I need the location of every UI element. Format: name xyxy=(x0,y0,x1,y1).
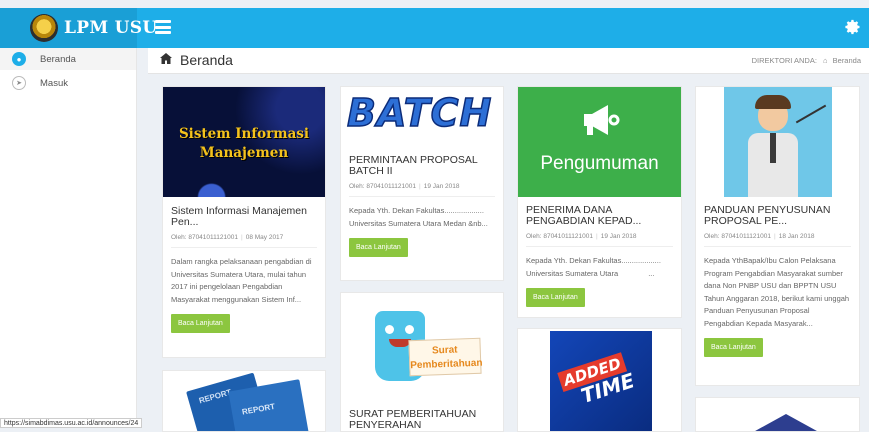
card-excerpt: Kepada YthBapak/Ibu Calon Pelaksana Prog… xyxy=(704,256,850,328)
sidebar: ● Beranda ➤ Masuk xyxy=(0,48,137,427)
megaphone-icon xyxy=(582,104,620,141)
card-divider xyxy=(526,246,673,247)
read-more-button[interactable]: Baca Lanjutan xyxy=(171,314,230,333)
thumbnail-text: Sistem Informasi xyxy=(178,126,310,142)
card-author: Oleh: 87041011121001 xyxy=(526,233,593,240)
card-title[interactable]: SURAT PEMBERITAHUAN PENYERAHAN xyxy=(349,409,495,431)
card-date: 18 Jan 2018 xyxy=(778,233,815,240)
thumbnail-text: Manajemen xyxy=(199,145,289,161)
announcement-card: PANDUAN PENYUSUNAN PROPOSAL PE... Oleh: … xyxy=(695,86,860,386)
home-icon xyxy=(160,53,172,67)
card-thumbnail[interactable]: ADDED TIME xyxy=(518,329,681,431)
read-more-button[interactable]: Baca Lanjutan xyxy=(526,288,585,307)
brand-logo-link[interactable]: LPM USU xyxy=(0,8,157,48)
card-title[interactable]: PENERIMA DANA PENGABDIAN KEPAD... xyxy=(526,205,673,227)
brand-name: LPM USU xyxy=(64,18,158,38)
card-title[interactable]: PERMINTAAN PROPOSAL BATCH II xyxy=(349,155,495,177)
card-excerpt: Dalam rangka pelaksanaan pengabdian di U… xyxy=(171,257,312,304)
page-title: Beranda xyxy=(160,52,233,68)
card-thumbnail[interactable] xyxy=(696,87,859,197)
breadcrumb-prefix: DIREKTORI ANDA: xyxy=(751,56,817,65)
menu-icon[interactable] xyxy=(155,20,171,34)
card-meta: Oleh: 87041011121001 | 08 May 2017 xyxy=(171,234,284,241)
announcement-card: REPORT REPORT xyxy=(162,370,326,432)
card-author: Oleh: 87041011121001 xyxy=(171,234,238,241)
thumbnail-text: REPORT xyxy=(197,387,233,406)
announcement-card: Sistem Informasi Manajemen Sistem Inform… xyxy=(162,86,326,358)
card-divider xyxy=(349,196,495,197)
card-excerpt: Kepada Yth. Dekan Fakultas..............… xyxy=(349,206,488,228)
page-title-text: Beranda xyxy=(180,52,233,68)
sidebar-item-beranda[interactable]: ● Beranda xyxy=(0,48,136,70)
sidebar-item-masuk[interactable]: ➤ Masuk xyxy=(0,72,136,94)
thumbnail-text: REPORT xyxy=(241,401,276,417)
announcement-card: BATCH 2 PERMINTAAN PROPOSAL BATCH II Ole… xyxy=(340,86,504,281)
card-thumbnail[interactable]: REPORT REPORT xyxy=(163,371,325,431)
breadcrumb: DIREKTORI ANDA: ⌂ Beranda xyxy=(752,56,861,65)
gear-icon[interactable] xyxy=(845,19,861,35)
card-meta: Oleh: 87041011121001 | 19 Jan 2018 xyxy=(349,183,460,190)
thumbnail-text: BATCH 2 xyxy=(346,90,503,136)
read-more-button[interactable]: Baca Lanjutan xyxy=(704,338,763,357)
card-author: Oleh: 87041011121001 xyxy=(704,233,771,240)
card-divider xyxy=(171,247,317,248)
presenter-illustration xyxy=(724,87,832,197)
thumbnail-text: Pengumuman xyxy=(540,153,659,174)
card-title[interactable]: Sistem Informasi Manajemen Pen... xyxy=(171,206,317,228)
card-thumbnail[interactable]: BATCH 2 xyxy=(341,87,503,149)
card-date: 08 May 2017 xyxy=(245,234,284,241)
card-meta: Oleh: 87041011121001 | 19 Jan 2018 xyxy=(526,233,637,240)
card-thumbnail[interactable]: Pengumuman xyxy=(518,87,681,197)
card-divider xyxy=(704,246,851,247)
card-date: 19 Jan 2018 xyxy=(600,233,637,240)
card-author: Oleh: 87041011121001 xyxy=(349,183,416,190)
thumbnail-text: Pemberitahuan xyxy=(410,357,483,372)
read-more-button[interactable]: Baca Lanjutan xyxy=(349,238,408,257)
card-meta: Oleh: 87041011121001 | 18 Jan 2018 xyxy=(704,233,815,240)
card-thumbnail[interactable]: Surat Pemberitahuan xyxy=(341,293,503,403)
announcement-card: Pengumuman PENERIMA DANA PENGABDIAN KEPA… xyxy=(517,86,682,318)
home-icon: ⌂ xyxy=(823,56,828,65)
card-title[interactable]: PANDUAN PENYUSUNAN PROPOSAL PE... xyxy=(704,205,851,227)
home-icon: ● xyxy=(12,52,26,66)
card-thumbnail[interactable]: Sistem Informasi Manajemen xyxy=(163,87,325,197)
content-header: Beranda DIREKTORI ANDA: ⌂ Beranda xyxy=(148,48,869,74)
announcement-card: ADDED TIME xyxy=(517,328,682,432)
breadcrumb-current[interactable]: Beranda xyxy=(833,56,861,65)
card-excerpt: Kepada Yth. Dekan Fakultas..............… xyxy=(526,256,661,278)
usu-seal-logo xyxy=(30,14,58,42)
sidebar-item-label: Masuk xyxy=(40,77,68,89)
sidebar-item-label: Beranda xyxy=(40,53,76,65)
top-navbar: LPM USU xyxy=(0,8,869,48)
card-date: 19 Jan 2018 xyxy=(423,183,460,190)
announcement-card: Surat Pemberitahuan SURAT PEMBERITAHUAN … xyxy=(340,292,504,432)
login-icon: ➤ xyxy=(12,76,26,90)
